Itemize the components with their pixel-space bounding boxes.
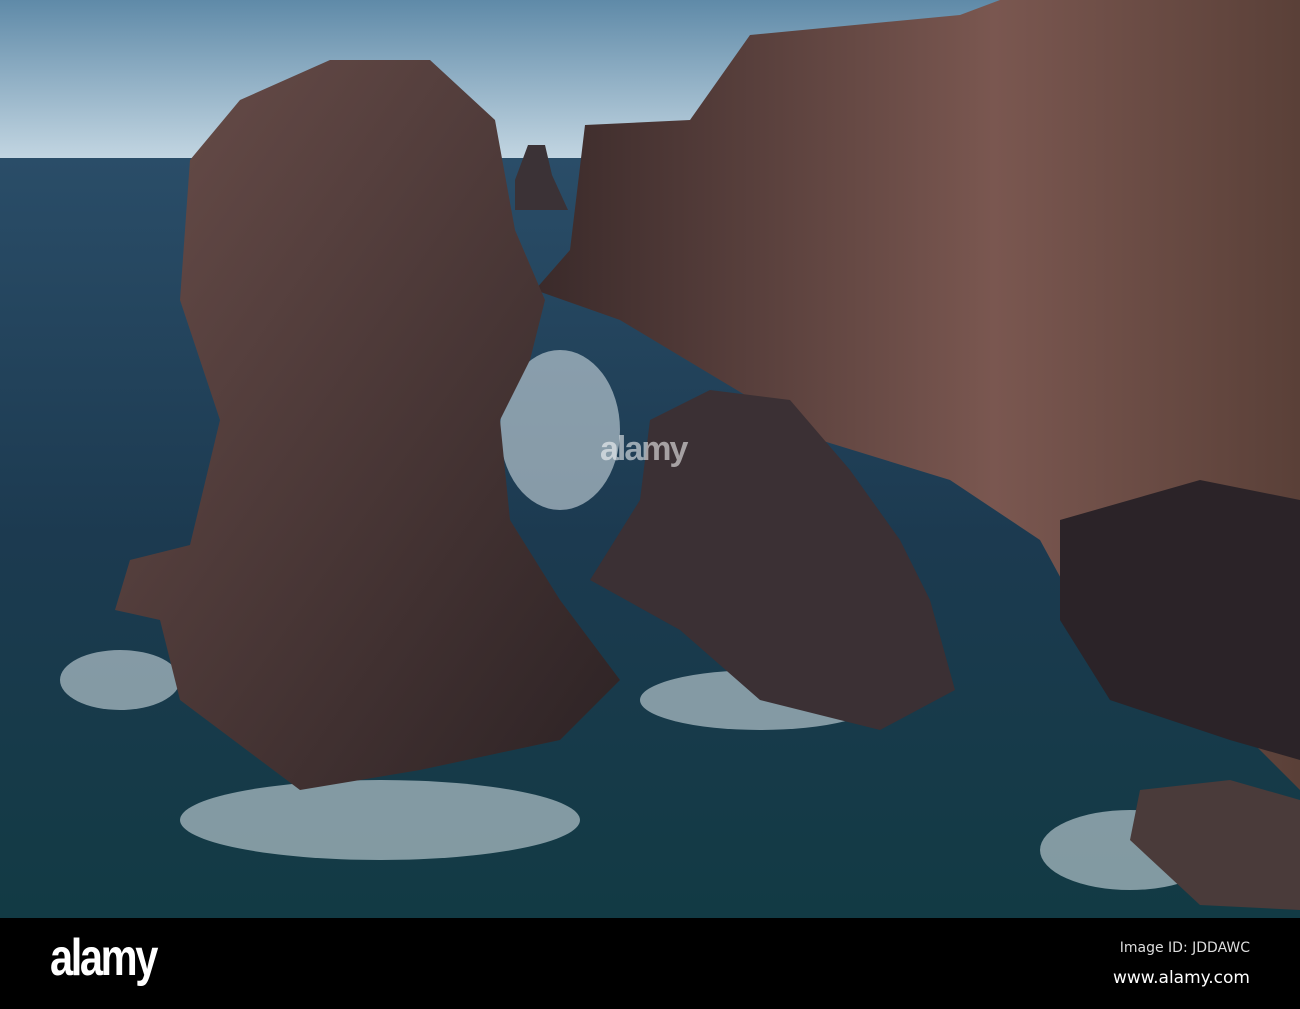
alamy-logo: alamy: [50, 929, 158, 987]
watermark-logo: alamy: [600, 430, 688, 468]
footer-bar: alamy Image ID: JDDAWC www.alamy.com: [0, 918, 1300, 1009]
website-link[interactable]: www.alamy.com: [1113, 968, 1250, 988]
image-id: Image ID: JDDAWC: [1119, 940, 1250, 956]
